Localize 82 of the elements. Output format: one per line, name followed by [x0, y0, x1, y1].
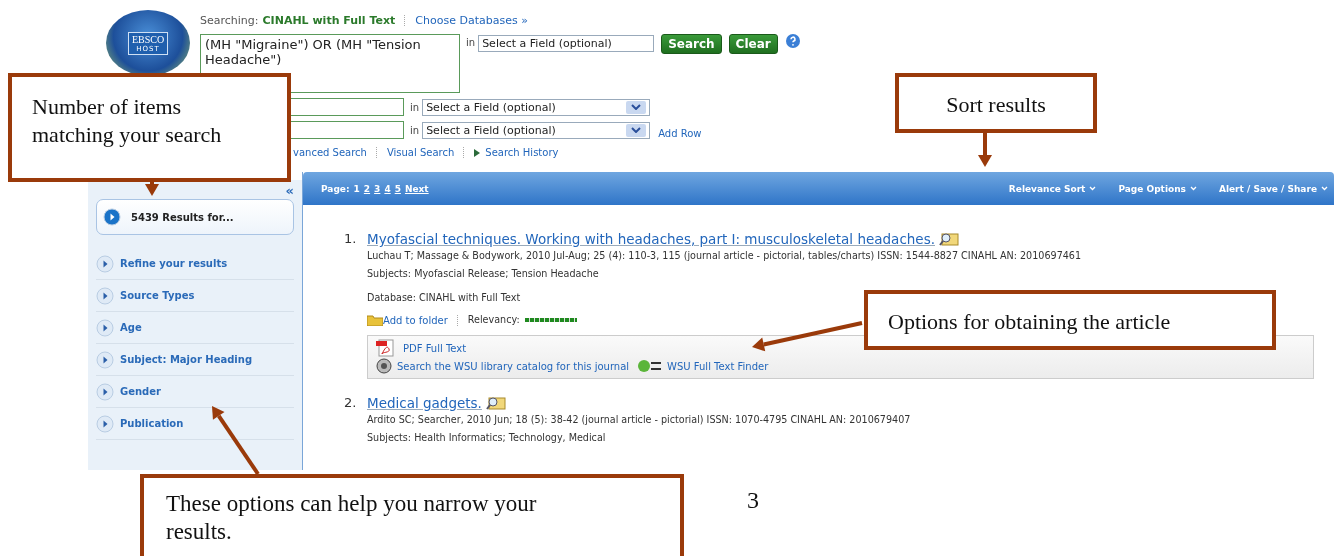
page-link[interactable]: 2 [363, 183, 371, 194]
search-link[interactable]: vanced Search [293, 147, 367, 158]
result-database: Database: CINAHL with Full Text [367, 291, 522, 305]
callout-box: Sort results [895, 73, 1097, 133]
result-subjects: Subjects: Myofascial Release; Tension Headache [367, 267, 600, 281]
dropdown-button[interactable] [626, 123, 647, 137]
database-name: CINAHL with Full Text [262, 13, 396, 27]
clear-button[interactable]: Clear [728, 34, 778, 54]
add-to-folder-link[interactable]: Add to folder [383, 314, 448, 326]
facet-label: Refine your results [120, 258, 228, 269]
page-number: 3 [747, 487, 759, 514]
folder-icon [367, 314, 383, 326]
in-label: in [410, 101, 420, 113]
expand-icon [96, 254, 114, 273]
expand-icon [96, 382, 114, 401]
full-text-link[interactable]: WSU Full Text Finder [667, 360, 769, 372]
play-icon [103, 208, 121, 226]
result-subjects: Subjects: Health Informatics; Technology, Medical [367, 431, 607, 445]
facet-item[interactable]: Refine your results [96, 248, 294, 280]
triangle-icon [474, 148, 481, 157]
facet-label: Publication [120, 418, 184, 429]
field-select[interactable]: Select a Field (optional) [478, 35, 655, 52]
facet-item[interactable]: Subject: Major Heading [96, 344, 294, 376]
search-button[interactable]: Search [661, 34, 722, 54]
facet-label: Age [120, 322, 142, 333]
in-label: in [466, 37, 476, 48]
facet-label: Subject: Major Heading [120, 354, 253, 365]
menu-button[interactable]: Relevance Sort [1008, 183, 1097, 194]
page-label: Page: [321, 183, 350, 194]
callout-box: Options for obtaining the article [864, 290, 1276, 350]
collapse-button[interactable]: « [285, 185, 294, 197]
result-number: 1. [344, 231, 358, 248]
expand-icon [96, 318, 114, 337]
expand-icon [96, 414, 114, 433]
facet-label: Source Types [120, 290, 195, 301]
facet-item[interactable]: Gender [96, 376, 294, 408]
page-link[interactable]: 3 [374, 183, 381, 194]
choose-databases-link[interactable]: Choose Databases » [415, 13, 528, 27]
in-label: in [410, 124, 420, 136]
next-link[interactable]: Next [404, 183, 429, 194]
search-link[interactable]: Visual Search [386, 147, 455, 158]
callout-box: Number of items matching your search [8, 73, 291, 182]
arrow [212, 406, 260, 476]
search-link[interactable]: Search History [485, 147, 559, 158]
add-row-link[interactable]: Add Row [658, 127, 702, 139]
facet-item[interactable]: Age [96, 312, 294, 344]
result-number: 2. [344, 395, 358, 412]
chevron-icon [631, 104, 642, 110]
results-count-box[interactable]: 5439 Results for... [96, 199, 294, 235]
facet-item[interactable]: Source Types [96, 280, 294, 312]
relevancy-label: Relevancy: [467, 313, 520, 327]
preview-icon [485, 396, 506, 410]
page-link[interactable]: 4 [384, 183, 391, 194]
caret-icon [1321, 186, 1328, 191]
current-page[interactable]: 1 [353, 183, 360, 194]
chevron-icon [631, 127, 642, 133]
dropdown-button[interactable] [626, 100, 647, 114]
result-title-link[interactable]: Medical gadgets. [367, 395, 482, 411]
results-count: 5439 Results for... [131, 211, 234, 223]
field-select[interactable]: Select a Field (optional) [422, 98, 651, 116]
caret-icon [1189, 186, 1197, 191]
full-text-link[interactable]: Search the WSU library catalog for this journal [397, 360, 630, 372]
field-select[interactable]: Select a Field (optional) [422, 121, 651, 139]
result-details: Luchau T; Massage & Bodywork, 2010 Jul-Aug; 25 (4): 110-3, 115 (journal article - pictorial, tables/charts) ISSN: 1544-8827 CINAHL AN: 2010697461 [367, 249, 1083, 263]
facet-label: Gender [120, 386, 161, 397]
expand-icon [96, 286, 114, 305]
full-text-link[interactable]: PDF Full Text [403, 342, 467, 354]
arrow [145, 182, 159, 196]
callout-box: These options can help you narrow your results. [140, 474, 684, 556]
menu-button[interactable]: Alert / Save / Share [1218, 183, 1328, 194]
menu-button[interactable]: Page Options [1118, 183, 1197, 194]
preview-icon [939, 232, 959, 246]
caret-icon [1089, 186, 1097, 191]
result-details: Ardito SC; Searcher, 2010 Jun; 18 (5): 38-42 (journal article - pictorial) ISSN: 1070-4795 CINAHL AN: 2010679407 [367, 413, 912, 427]
search-field[interactable] [290, 121, 404, 139]
page-link[interactable]: 5 [394, 183, 401, 194]
search-field[interactable] [290, 98, 404, 116]
arrow [978, 133, 992, 167]
searching-label: Searching: [200, 13, 259, 27]
result-title-link[interactable]: Myofascial techniques. Working with headaches, part I: musculoskeletal headaches. [367, 231, 935, 247]
help-icon [785, 34, 800, 48]
expand-icon [96, 350, 114, 369]
